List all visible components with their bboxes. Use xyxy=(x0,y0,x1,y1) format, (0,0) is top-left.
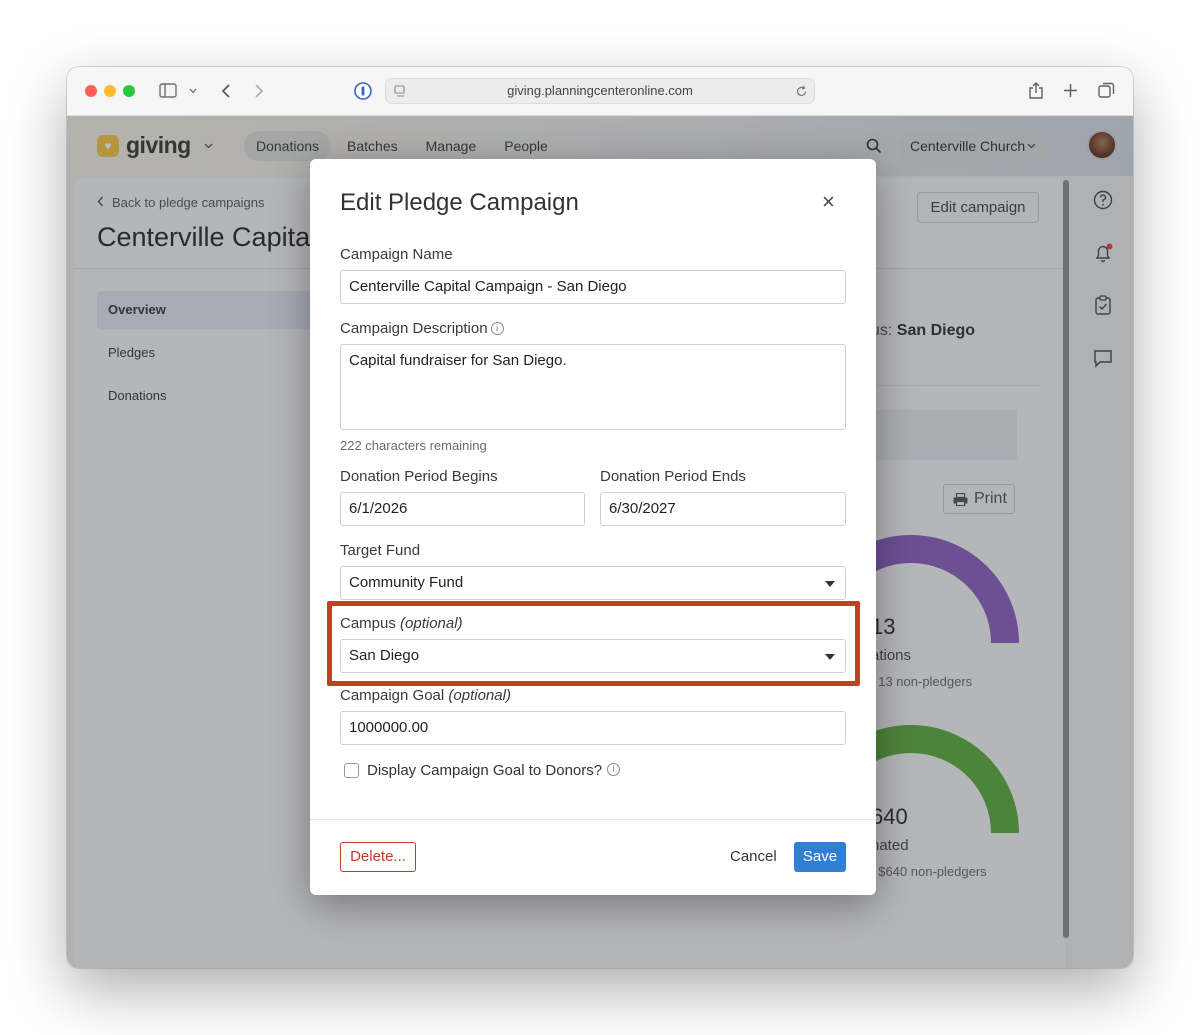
page-icon xyxy=(394,85,405,97)
campaign-name-label: Campaign Name xyxy=(340,246,453,263)
display-goal-row: Display Campaign Goal to Donors? i xyxy=(344,762,621,779)
zoom-window-button[interactable] xyxy=(123,85,135,97)
new-tab-icon[interactable] xyxy=(1063,83,1078,98)
edit-pledge-campaign-modal: Edit Pledge Campaign × Campaign Name Cen… xyxy=(310,159,876,895)
donation-period-begins-input[interactable]: 6/1/2026 xyxy=(340,492,585,526)
password-manager-icon[interactable] xyxy=(354,82,372,100)
campaign-name-input[interactable]: Centerville Capital Campaign - San Diego xyxy=(340,270,846,304)
campaign-goal-optional-text: (optional) xyxy=(448,687,511,704)
info-icon[interactable]: i xyxy=(607,763,621,776)
campaign-goal-label: Campaign Goal (optional) xyxy=(340,687,511,704)
campus-highlight-box xyxy=(327,601,860,686)
target-fund-select[interactable]: Community Fund xyxy=(340,566,846,600)
donation-period-ends-label: Donation Period Ends xyxy=(600,468,746,485)
cancel-button[interactable]: Cancel xyxy=(730,848,777,865)
save-button[interactable]: Save xyxy=(794,842,846,872)
forward-arrow-icon[interactable] xyxy=(254,83,264,99)
url-text: giving.planningcenteronline.com xyxy=(507,83,693,98)
browser-toolbar: giving.planningcenteronline.com xyxy=(67,67,1133,116)
delete-button[interactable]: Delete... xyxy=(340,842,416,872)
modal-title: Edit Pledge Campaign xyxy=(340,189,579,216)
campaign-description-label: Campaign Description i xyxy=(340,320,504,337)
address-bar[interactable]: giving.planningcenteronline.com xyxy=(385,78,815,104)
info-icon[interactable]: i xyxy=(490,322,504,335)
campaign-description-label-text: Campaign Description xyxy=(340,320,488,337)
modal-footer-divider xyxy=(310,819,876,820)
tab-overview-icon[interactable] xyxy=(1098,82,1115,99)
donation-period-begins-label: Donation Period Begins xyxy=(340,468,498,485)
sidebar-toggle-icon[interactable] xyxy=(159,83,177,98)
caret-down-icon xyxy=(825,581,835,587)
campaign-goal-label-text: Campaign Goal xyxy=(340,687,445,704)
share-icon[interactable] xyxy=(1028,81,1044,100)
donation-period-ends-input[interactable]: 6/30/2027 xyxy=(600,492,846,526)
display-goal-label: Display Campaign Goal to Donors? xyxy=(367,762,603,779)
close-icon[interactable]: × xyxy=(822,190,835,214)
characters-remaining: 222 characters remaining xyxy=(340,438,487,453)
campaign-goal-input[interactable]: 1000000.00 xyxy=(340,711,846,745)
display-goal-checkbox[interactable] xyxy=(344,763,359,778)
close-window-button[interactable] xyxy=(85,85,97,97)
back-arrow-icon[interactable] xyxy=(221,83,231,99)
target-fund-value: Community Fund xyxy=(349,574,464,591)
chevron-down-icon[interactable] xyxy=(189,88,197,94)
target-fund-label: Target Fund xyxy=(340,542,421,559)
campaign-description-textarea[interactable]: Capital fundraiser for San Diego. xyxy=(340,344,846,430)
minimize-window-button[interactable] xyxy=(104,85,116,97)
reload-icon[interactable] xyxy=(795,85,808,98)
